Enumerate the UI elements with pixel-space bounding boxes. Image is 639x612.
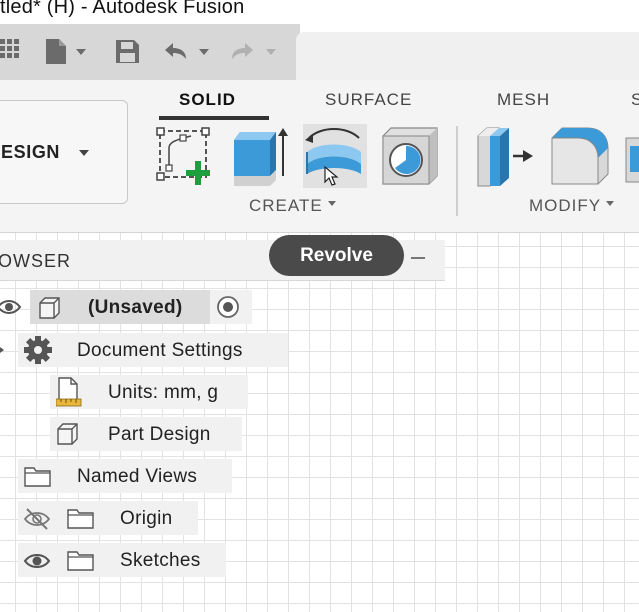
radio-button-icon[interactable]: [216, 295, 240, 319]
fillet-icon: [551, 127, 609, 185]
save-icon[interactable]: [115, 39, 141, 65]
tab-surface[interactable]: SURFACE: [325, 90, 412, 110]
folder-icon: [67, 551, 94, 571]
hole-icon: [382, 127, 438, 185]
tooltip: Revolve: [269, 235, 404, 276]
gear-icon: [24, 336, 52, 364]
eye-icon[interactable]: [23, 549, 53, 573]
extrude-button[interactable]: [229, 124, 293, 188]
press-pull-icon: [477, 127, 533, 187]
browser-item-named-views[interactable]: Named Views: [18, 459, 232, 493]
browser-item-label: Document Settings: [77, 340, 243, 361]
shell-icon: [625, 137, 639, 183]
component-icon: [57, 423, 78, 445]
browser-item-label: Part Design: [108, 424, 211, 445]
chevron-down-icon: [327, 201, 336, 207]
browser-item-label: Units: mm, g: [108, 382, 219, 403]
folder-icon: [24, 467, 51, 487]
create-group-dropdown[interactable]: CREATE: [249, 196, 336, 216]
collapse-panel-button[interactable]: [411, 257, 425, 259]
create-sketch-button[interactable]: [155, 124, 219, 188]
browser-item-document-settings[interactable]: Document Settings: [18, 333, 288, 367]
activate-radio-cell: [210, 290, 252, 324]
workspace-switcher[interactable]: ESIGN: [0, 100, 128, 204]
create-group-label: CREATE: [249, 196, 323, 215]
browser-item-part-design[interactable]: Part Design: [50, 417, 242, 451]
tab-mesh[interactable]: MESH: [497, 90, 550, 110]
shell-button-partial[interactable]: [622, 124, 639, 188]
redo-icon[interactable]: [229, 40, 281, 64]
tab-partial[interactable]: S: [631, 90, 639, 110]
tab-area: [296, 32, 639, 80]
modify-group-label: MODIFY: [529, 196, 602, 215]
browser-item-label: Named Views: [77, 466, 198, 487]
revolve-button[interactable]: [303, 124, 367, 188]
chevron-down-icon: [79, 150, 89, 156]
tooltip-text: Revolve: [300, 245, 373, 266]
browser-item-units[interactable]: Units: mm, g: [50, 375, 248, 409]
workspace-label: ESIGN: [1, 142, 61, 162]
ribbon-separator: [456, 126, 458, 216]
browser-root-row[interactable]: (Unsaved): [30, 290, 210, 324]
eye-hidden-icon[interactable]: [23, 507, 53, 531]
folder-icon: [67, 509, 94, 529]
root-label: (Unsaved): [88, 297, 183, 318]
fillet-button[interactable]: [548, 124, 612, 188]
revolve-icon: [305, 128, 361, 186]
hole-button[interactable]: [381, 124, 445, 188]
units-document-icon: [56, 377, 82, 407]
grid-icon[interactable]: [0, 39, 22, 63]
press-pull-button[interactable]: [475, 124, 539, 188]
create-sketch-icon: [156, 127, 210, 185]
browser-item-sketches[interactable]: Sketches: [18, 543, 226, 577]
extrude-icon: [234, 128, 288, 186]
title-bar: tled* (H) - Autodesk Fusion: [0, 0, 639, 24]
browser-item-origin[interactable]: Origin: [18, 501, 198, 535]
active-tab-indicator: [159, 116, 269, 120]
browser-item-label: Sketches: [120, 550, 201, 571]
chevron-down-icon: [606, 201, 615, 207]
window-title: tled* (H) - Autodesk Fusion: [0, 0, 245, 18]
file-icon[interactable]: [44, 38, 92, 66]
tab-solid[interactable]: SOLID: [179, 90, 236, 110]
component-icon: [39, 297, 60, 319]
eye-icon[interactable]: [0, 296, 22, 318]
quick-access-toolbar: [0, 24, 300, 80]
browser-title: OWSER: [0, 251, 72, 271]
browser-item-label: Origin: [120, 508, 173, 529]
undo-icon[interactable]: [162, 40, 214, 64]
expand-arrow-icon[interactable]: [0, 345, 6, 355]
modify-group-dropdown[interactable]: MODIFY: [529, 196, 615, 216]
